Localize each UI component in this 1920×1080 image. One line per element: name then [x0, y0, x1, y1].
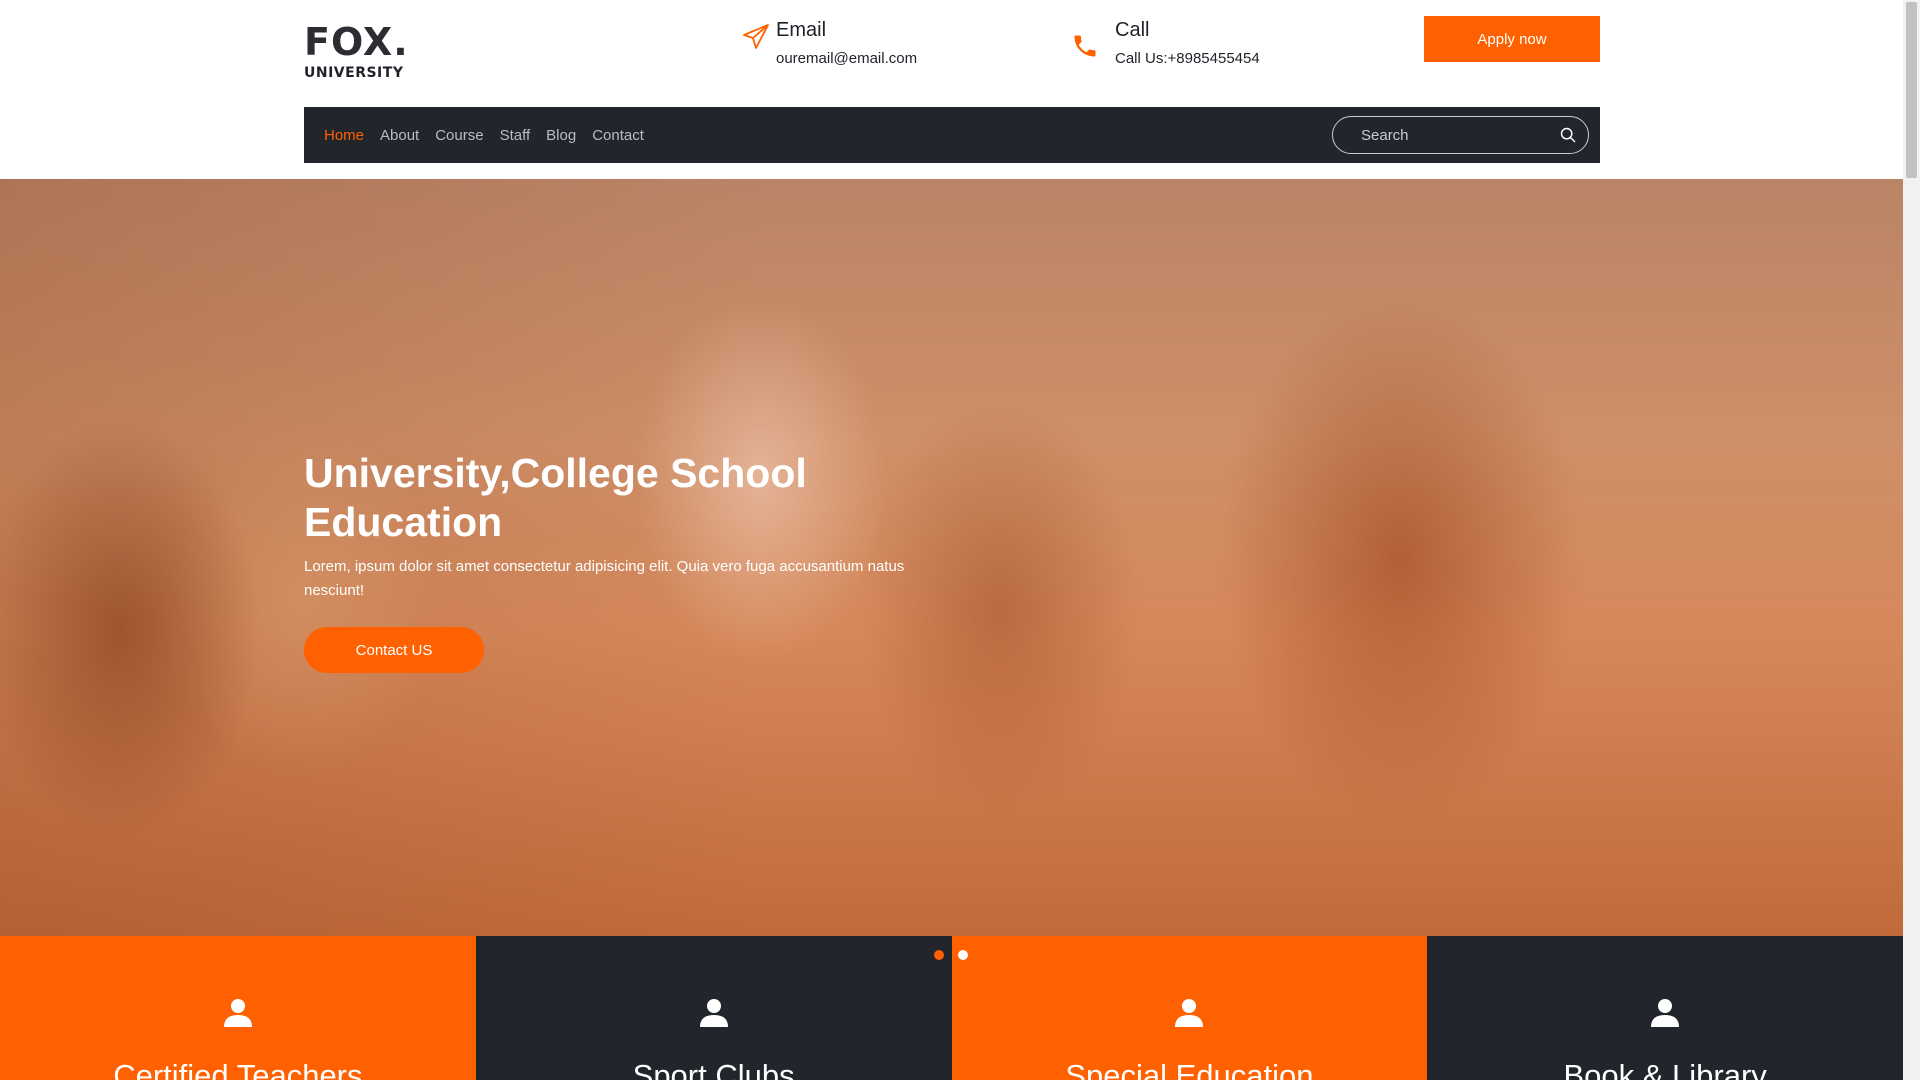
nav-item-about[interactable]: About: [380, 127, 419, 144]
user-icon: [223, 999, 252, 1027]
slider-dot-1[interactable]: [934, 950, 944, 960]
feature-book-library[interactable]: Book & Library: [1427, 936, 1903, 1080]
hero-image-overlay: [0, 179, 1903, 936]
hero-description: Lorem, ipsum dolor sit amet consectetur …: [304, 558, 905, 599]
user-icon: [699, 999, 728, 1027]
nav-item-course[interactable]: Course: [435, 127, 483, 144]
nav-item-contact[interactable]: Contact: [592, 127, 644, 144]
phone-icon: [1074, 35, 1096, 57]
slider-dot-2[interactable]: [958, 950, 968, 960]
feature-title: Book & Library: [1563, 1058, 1767, 1080]
slider-dots: [934, 950, 982, 960]
logo[interactable]: FOX. UNIVERSITY: [304, 20, 409, 81]
user-icon: [1175, 999, 1204, 1027]
search-input[interactable]: [1361, 126, 1560, 144]
call-title: Call: [1115, 19, 1150, 41]
hero-banner: University,College School Education Lore…: [0, 179, 1903, 936]
feature-certified-teachers[interactable]: Certified Teachers: [0, 936, 476, 1080]
feature-title: Sport Clubs: [632, 1058, 795, 1080]
apply-now-button[interactable]: Apply now: [1424, 16, 1600, 62]
email-contact: Email ouremail@email.com: [742, 18, 917, 67]
main-navbar: Home About Course Staff Blog Contact: [304, 107, 1600, 163]
feature-sport-clubs[interactable]: Sport Clubs: [475, 936, 952, 1080]
hero-content: University,College School Education Lore…: [304, 449, 944, 673]
search-icon[interactable]: [1560, 126, 1576, 144]
nav-item-home[interactable]: Home: [324, 127, 364, 144]
email-title: Email: [776, 19, 827, 41]
hero-title: University,College School Education: [304, 450, 807, 545]
site-header: FOX. UNIVERSITY Email ouremail@email.com…: [0, 0, 1903, 179]
logo-subtitle: UNIVERSITY: [304, 65, 404, 81]
email-value[interactable]: ouremail@email.com: [776, 50, 917, 67]
contact-us-button[interactable]: Contact US: [304, 627, 484, 673]
page-scrollbar[interactable]: [1903, 0, 1920, 1080]
search-box: [1332, 116, 1589, 154]
nav-item-staff[interactable]: Staff: [500, 127, 531, 144]
feature-special-education[interactable]: Special Education: [951, 936, 1428, 1080]
feature-title: Special Education: [1065, 1058, 1314, 1080]
call-contact: Call Call Us:+8985455454: [1071, 18, 1260, 67]
nav-menu: Home About Course Staff Blog Contact: [324, 107, 660, 163]
feature-title: Certified Teachers: [113, 1058, 363, 1080]
user-icon: [1651, 999, 1680, 1027]
logo-name: FOX.: [304, 20, 409, 64]
nav-item-blog[interactable]: Blog: [546, 127, 576, 144]
paper-plane-icon: [743, 24, 769, 49]
call-value[interactable]: Call Us:+8985455454: [1115, 50, 1260, 67]
scrollbar-thumb[interactable]: [1906, 2, 1917, 178]
